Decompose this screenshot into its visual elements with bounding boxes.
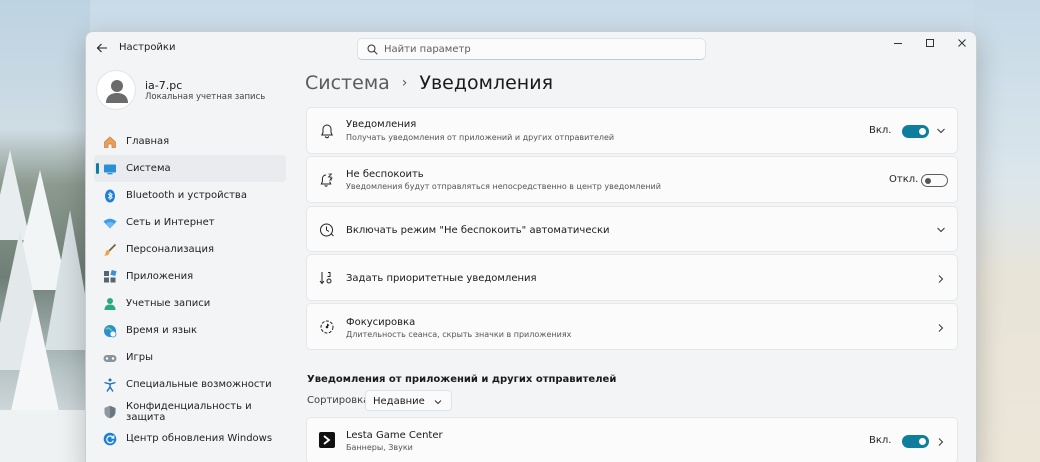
user-name: ia-7.pc xyxy=(145,79,183,92)
app-title: Настройки xyxy=(119,42,176,53)
sidebar-item-label: Центр обновления Windows xyxy=(126,433,273,444)
search-icon xyxy=(367,44,378,55)
sidebar-item-network[interactable]: Сеть и Интернет xyxy=(94,209,286,236)
breadcrumb-parent[interactable]: Система xyxy=(305,72,390,94)
network-icon xyxy=(103,216,117,230)
system-icon xyxy=(103,162,117,176)
sidebar-nav: Главная Система Bluetooth и устройства С… xyxy=(94,128,286,452)
apps-icon xyxy=(103,269,117,284)
dnd-toggle[interactable] xyxy=(921,174,948,187)
avatar[interactable] xyxy=(96,70,136,110)
sidebar-item-accessibility[interactable]: Специальные возможности xyxy=(94,371,286,398)
priority-sort-icon xyxy=(319,272,332,285)
sidebar-item-label: Сеть и Интернет xyxy=(126,217,215,228)
priority-notifications-card[interactable]: Задать приоритетные уведомления xyxy=(306,254,958,301)
minimize-button[interactable] xyxy=(882,32,914,54)
apps-section-heading: Уведомления от приложений и других отпра… xyxy=(307,374,617,385)
search-input[interactable] xyxy=(384,39,694,59)
sidebar-item-label: Главная xyxy=(126,136,170,147)
app-row[interactable]: Lesta Game Center Баннеры, Звуки Вкл. xyxy=(306,417,958,462)
sidebar-item-gaming[interactable]: Игры xyxy=(94,344,286,371)
maximize-icon xyxy=(926,39,934,47)
sidebar-item-label: Система xyxy=(126,163,171,174)
focus-subtitle: Длительность сеанса, скрыть значки в при… xyxy=(346,330,572,339)
lesta-logo-icon xyxy=(319,432,335,448)
maximize-button[interactable] xyxy=(914,32,946,54)
dnd-state-label: Откл. xyxy=(889,174,919,185)
page-title: Уведомления xyxy=(419,72,553,94)
sort-value: Недавние xyxy=(373,396,425,407)
sidebar-item-label: Приложения xyxy=(126,271,194,282)
sidebar-item-system[interactable]: Система xyxy=(94,155,286,182)
sidebar-item-label: Персонализация xyxy=(126,244,214,255)
priority-title: Задать приоритетные уведомления xyxy=(346,273,537,284)
sidebar-item-home[interactable]: Главная xyxy=(94,128,286,155)
chevron-down-icon xyxy=(434,400,442,405)
bluetooth-icon xyxy=(103,189,117,203)
sidebar-item-label: Учетные записи xyxy=(126,298,211,309)
sidebar-item-personalization[interactable]: Персонализация xyxy=(94,236,286,263)
sidebar-item-time-language[interactable]: Время и язык xyxy=(94,317,286,344)
notifications-card[interactable]: Уведомления Получать уведомления от прил… xyxy=(306,107,958,154)
minimize-icon xyxy=(894,43,902,44)
chevron-down-icon[interactable] xyxy=(936,126,946,136)
auto-dnd-title: Включать режим "Не беспокоить" автоматич… xyxy=(346,225,610,236)
globe-clock-icon xyxy=(103,324,117,338)
back-arrow-icon[interactable] xyxy=(95,41,109,55)
close-button[interactable] xyxy=(946,32,976,54)
sidebar-item-bluetooth[interactable]: Bluetooth и устройства xyxy=(94,182,286,209)
chevron-right-icon[interactable] xyxy=(936,323,946,333)
sidebar-item-accounts[interactable]: Учетные записи xyxy=(94,290,286,317)
shield-icon xyxy=(103,405,117,419)
sidebar-item-windows-update[interactable]: Центр обновления Windows xyxy=(94,425,286,452)
dnd-subtitle: Уведомления будут отправляться непосредс… xyxy=(346,182,661,191)
focus-card[interactable]: Фокусировка Длительность сеанса, скрыть … xyxy=(306,303,958,350)
sidebar-item-label: Специальные возможности xyxy=(126,379,272,390)
do-not-disturb-card[interactable]: Не беспокоить Уведомления будут отправля… xyxy=(306,156,958,203)
chevron-down-icon[interactable] xyxy=(936,225,946,235)
notifications-state-label: Вкл. xyxy=(869,125,892,136)
focus-icon xyxy=(320,320,334,334)
wallpaper-trees xyxy=(0,150,90,462)
notifications-title: Уведомления xyxy=(346,119,417,130)
sidebar-item-label: Bluetooth и устройства xyxy=(126,190,247,201)
chevron-right-icon[interactable] xyxy=(936,274,946,284)
chevron-right-icon[interactable] xyxy=(936,437,946,447)
notifications-toggle[interactable] xyxy=(902,125,929,138)
accounts-icon xyxy=(103,297,117,311)
sidebar-item-label: Игры xyxy=(126,352,153,363)
sidebar-item-label: Конфиденциальность и защита xyxy=(126,400,252,423)
sort-dropdown[interactable]: Недавние xyxy=(365,390,452,411)
sidebar-item-apps[interactable]: Приложения xyxy=(94,263,286,290)
update-icon xyxy=(103,432,117,446)
sort-label: Сортировка: xyxy=(307,395,373,406)
clock-icon xyxy=(320,223,334,237)
breadcrumb: Система › Уведомления xyxy=(305,70,553,96)
bell-zz-icon xyxy=(320,173,333,187)
dnd-title: Не беспокоить xyxy=(346,169,424,180)
auto-dnd-card[interactable]: Включать режим "Не беспокоить" автоматич… xyxy=(306,206,958,252)
search-box[interactable] xyxy=(357,38,706,60)
app-name: Lesta Game Center xyxy=(346,430,443,441)
wallpaper-right xyxy=(974,0,1040,462)
close-icon xyxy=(958,39,966,47)
user-silhouette-icon xyxy=(106,80,128,103)
settings-window: Настройки ia-7.pc Локальная учетная запи… xyxy=(85,31,977,462)
app-notifications-toggle[interactable] xyxy=(902,435,929,448)
bell-icon xyxy=(321,124,333,139)
home-icon xyxy=(103,135,117,149)
gamepad-icon xyxy=(103,351,117,365)
brush-icon xyxy=(103,243,117,257)
app-subtitle: Баннеры, Звуки xyxy=(346,443,413,452)
breadcrumb-separator: › xyxy=(401,75,408,91)
app-state-label: Вкл. xyxy=(869,435,892,446)
accessibility-icon xyxy=(103,378,117,392)
account-type: Локальная учетная запись xyxy=(145,92,266,102)
focus-title: Фокусировка xyxy=(346,317,416,328)
notifications-subtitle: Получать уведомления от приложений и дру… xyxy=(346,133,615,142)
title-bar: Настройки xyxy=(86,32,976,64)
sidebar-item-privacy[interactable]: Конфиденциальность и защита xyxy=(94,398,286,425)
sidebar-item-label: Время и язык xyxy=(126,325,198,336)
